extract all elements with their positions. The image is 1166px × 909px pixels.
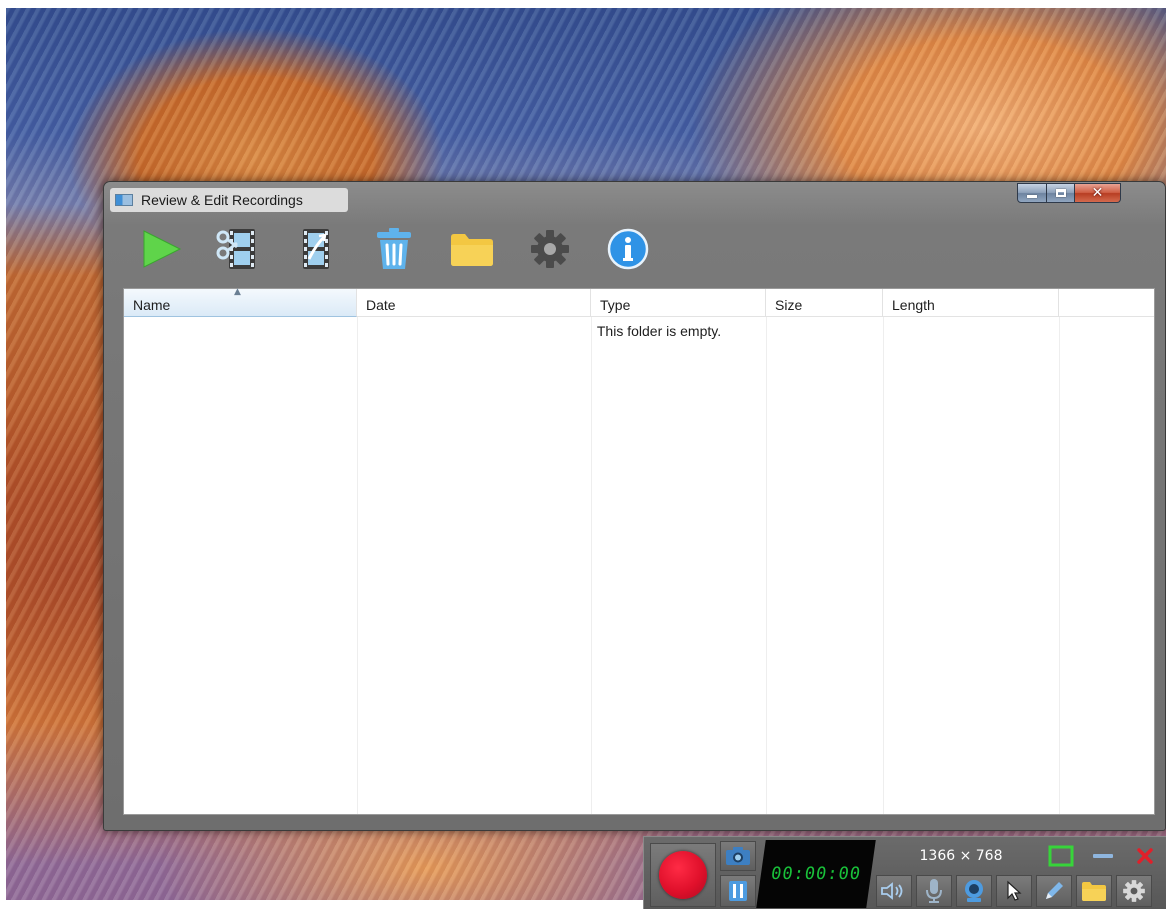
column-divider [357,317,358,814]
rectangle-region-icon [1048,845,1074,867]
folder-icon [1082,882,1106,901]
recordings-folder-button[interactable] [1076,875,1112,907]
recorder-control-bar: 00:00:00 1366 × 768 [643,836,1166,909]
maximize-icon [1055,189,1066,197]
minimize-icon [1027,195,1037,198]
cursor-toggle[interactable] [996,875,1032,907]
close-button[interactable]: ✕ [1075,183,1121,203]
play-button[interactable] [136,227,183,271]
folder-icon [450,234,493,266]
window-titlebar[interactable]: Review & Edit Recordings ✕ [104,182,1165,218]
column-divider [883,317,884,814]
maximize-button[interactable] [1047,183,1075,203]
pause-button[interactable] [720,875,756,907]
sort-ascending-icon: ▲ [234,287,241,297]
list-header: ▲ Name Date Type Size Length [124,287,1155,317]
toolbar [136,226,682,272]
play-icon [143,230,181,268]
film-share-icon [302,229,329,269]
column-label: Type [600,297,631,313]
webcam-icon [965,880,983,902]
recorder-minimize-button[interactable] [1084,841,1122,871]
minimize-dash-icon [1093,854,1113,858]
cursor-icon [1007,880,1022,901]
window-title: Review & Edit Recordings [141,192,303,208]
trash-icon [376,228,411,269]
trim-video-button[interactable] [214,227,261,271]
window-controls: ✕ [1017,183,1121,205]
review-edit-window: Review & Edit Recordings ✕ ▲ Name Date T… [103,181,1166,831]
microphone-toggle[interactable] [916,875,952,907]
pencil-icon [1046,882,1063,899]
column-label: Name [133,297,171,313]
microphone-icon [926,879,942,903]
webcam-toggle[interactable] [956,875,992,907]
column-header-filler [1059,289,1155,317]
recorder-close-button[interactable] [1126,841,1164,871]
gear-icon [1123,880,1145,902]
column-header-length[interactable]: Length [883,289,1059,317]
app-icon [115,194,133,206]
column-divider [766,317,767,814]
window-title-tab: Review & Edit Recordings [110,188,348,212]
info-icon [607,228,648,270]
pause-icon [729,881,747,901]
close-x-icon [1137,848,1153,864]
empty-folder-message: This folder is empty. [596,323,722,339]
recorder-option-icons [876,875,1152,907]
column-header-date[interactable]: Date [357,289,591,317]
record-button[interactable] [650,843,716,907]
column-header-name[interactable]: ▲ Name [124,287,357,317]
open-folder-button[interactable] [448,227,495,271]
column-header-type[interactable]: Type [591,289,766,317]
record-icon [659,851,707,899]
screenshot-button[interactable] [720,841,756,871]
region-select-button[interactable] [1042,841,1080,871]
speaker-icon [881,882,903,900]
camera-icon [726,847,750,865]
column-header-size[interactable]: Size [766,289,883,317]
column-label: Length [892,297,935,313]
column-label: Date [366,297,396,313]
settings-button[interactable] [526,227,573,271]
resolution-display[interactable]: 1366 × 768 [876,841,1046,871]
recording-timer: 00:00:00 [756,840,876,908]
recordings-list[interactable]: ▲ Name Date Type Size Length This folder… [123,287,1155,815]
minimize-button[interactable] [1017,183,1047,203]
info-button[interactable] [604,227,651,271]
column-label: Size [775,297,803,313]
annotate-toggle[interactable] [1036,875,1072,907]
recorder-top-controls [1038,841,1164,871]
close-icon: ✕ [1091,185,1104,201]
column-divider [1059,317,1060,814]
speaker-toggle[interactable] [876,875,912,907]
film-scissors-icon [216,229,255,269]
delete-button[interactable] [370,227,417,271]
recorder-settings-button[interactable] [1116,875,1152,907]
share-video-button[interactable] [292,227,339,271]
gear-icon [530,230,569,268]
column-divider [591,317,592,814]
